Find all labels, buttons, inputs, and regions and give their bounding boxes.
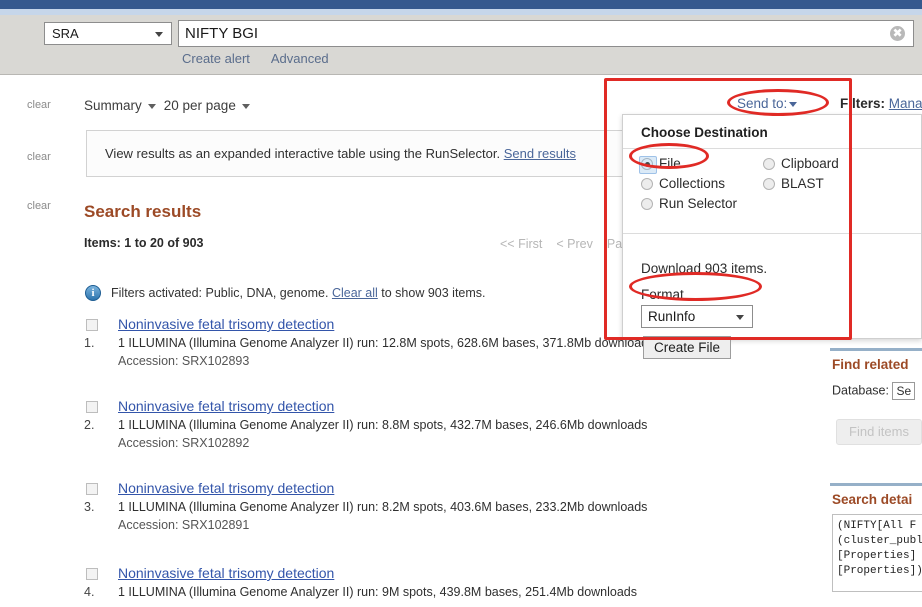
- find-related-title: Find related: [832, 357, 909, 372]
- destination-radio-blast[interactable]: BLAST: [763, 176, 824, 191]
- radio-icon: [641, 178, 653, 190]
- result-checkbox[interactable]: [86, 319, 98, 331]
- result-title-link[interactable]: Noninvasive fetal trisomy detection: [118, 398, 334, 414]
- pager-first[interactable]: << First: [500, 237, 542, 251]
- destination-radio-run-selector[interactable]: Run Selector: [641, 196, 737, 211]
- result-meta: 1 ILLUMINA (Illumina Genome Analyzer II)…: [118, 500, 648, 514]
- summary-dropdown[interactable]: Summary: [84, 98, 142, 113]
- send-results-link[interactable]: Send results: [504, 146, 576, 161]
- filters-label: Filters: Manag: [840, 96, 922, 111]
- panel-divider: [623, 148, 921, 149]
- filters-activated-text: Filters activated: Public, DNA, genome. …: [111, 286, 486, 300]
- sidebar-database-row: Database: Se: [832, 382, 916, 400]
- info-icon: i: [85, 285, 101, 301]
- clear-search-icon[interactable]: ✖: [890, 26, 905, 41]
- radio-icon: [763, 158, 775, 170]
- per-page-dropdown[interactable]: 20 per page: [164, 98, 236, 113]
- format-select-value: RunInfo: [648, 309, 696, 324]
- result-index: 1.: [84, 336, 95, 350]
- filters-text: Filters:: [840, 96, 886, 111]
- sidebar-database-label: Database:: [832, 383, 889, 398]
- chevron-down-icon: [736, 315, 744, 320]
- radio-icon: [763, 178, 775, 190]
- result-checkbox[interactable]: [86, 401, 98, 413]
- download-count-text: Download 903 items.: [641, 261, 768, 276]
- header-links: Create alert Advanced: [182, 51, 347, 66]
- clear-link-results[interactable]: clear: [27, 200, 51, 212]
- clear-all-link[interactable]: Clear all: [332, 286, 378, 300]
- send-to-panel: Choose Destination File Clipboard Collec…: [622, 114, 922, 359]
- page-title: Search results: [84, 202, 202, 221]
- filters-suffix: to show 903 items.: [381, 286, 486, 300]
- clear-link-notice[interactable]: clear: [27, 151, 51, 163]
- search-input[interactable]: [179, 21, 869, 46]
- radio-icon: [641, 198, 653, 210]
- destination-label: Clipboard: [781, 156, 839, 171]
- result-checkbox[interactable]: [86, 483, 98, 495]
- result-title-link[interactable]: Noninvasive fetal trisomy detection: [118, 480, 334, 496]
- result-checkbox[interactable]: [86, 568, 98, 580]
- display-settings-bar: Summary 20 per page: [84, 98, 258, 113]
- choose-destination-title: Choose Destination: [641, 125, 768, 140]
- runselector-notice-text: View results as an expanded interactive …: [105, 146, 576, 161]
- result-accession: Accession: SRX102891: [118, 518, 250, 532]
- pager-prev[interactable]: < Prev: [556, 237, 592, 251]
- result-meta: 1 ILLUMINA (Illumina Genome Analyzer II)…: [118, 336, 655, 350]
- destination-radio-clipboard[interactable]: Clipboard: [763, 156, 839, 171]
- search-details-textarea[interactable]: (NIFTY[All F (cluster_publ [Properties] …: [832, 514, 922, 592]
- destination-radio-file[interactable]: File: [639, 156, 681, 174]
- advanced-link[interactable]: Advanced: [271, 51, 329, 66]
- clear-link-display[interactable]: clear: [27, 99, 51, 111]
- database-select-value: SRA: [52, 26, 79, 41]
- result-meta: 1 ILLUMINA (Illumina Genome Analyzer II)…: [118, 418, 648, 432]
- filters-prefix: Filters activated: Public, DNA, genome.: [111, 286, 329, 300]
- search-input-wrapper[interactable]: ✖: [178, 20, 914, 47]
- result-title-link[interactable]: Noninvasive fetal trisomy detection: [118, 316, 334, 332]
- format-label: Format: [641, 287, 684, 302]
- result-accession: Accession: SRX102893: [118, 354, 250, 368]
- result-title-link[interactable]: Noninvasive fetal trisomy detection: [118, 565, 334, 581]
- create-file-button[interactable]: Create File: [643, 336, 732, 359]
- top-blue-bar: [0, 0, 922, 9]
- chevron-down-icon: [155, 32, 163, 37]
- sidebar-divider: [830, 348, 922, 351]
- destination-label: Run Selector: [659, 196, 738, 211]
- format-select[interactable]: RunInfo: [641, 305, 753, 328]
- result-index: 2.: [84, 418, 95, 432]
- panel-divider: [623, 233, 921, 234]
- destination-label: File: [659, 156, 681, 171]
- send-to-label: Send to:: [737, 96, 788, 111]
- radio-icon: [639, 156, 657, 174]
- sidebar-database-select[interactable]: Se: [892, 382, 916, 400]
- result-meta: 1 ILLUMINA (Illumina Genome Analyzer II)…: [118, 585, 638, 599]
- items-count: Items: 1 to 20 of 903: [84, 236, 204, 250]
- chevron-down-icon: [789, 101, 798, 107]
- find-items-button[interactable]: Find items: [836, 419, 922, 445]
- result-accession: Accession: SRX102892: [118, 436, 250, 450]
- destination-label: Collections: [659, 176, 726, 191]
- pager-page-label: Pa: [606, 237, 623, 251]
- manage-filters-link[interactable]: Manag: [889, 96, 922, 111]
- chevron-down-icon: [241, 103, 250, 109]
- sidebar-divider: [830, 483, 922, 486]
- notice-body: View results as an expanded interactive …: [105, 146, 501, 161]
- pagination: << First < Prev Pa: [500, 237, 636, 251]
- result-index: 4.: [84, 585, 95, 599]
- destination-radio-collections[interactable]: Collections: [641, 176, 725, 191]
- create-alert-link[interactable]: Create alert: [182, 51, 250, 66]
- database-select[interactable]: SRA: [44, 22, 172, 45]
- result-index: 3.: [84, 500, 95, 514]
- focus-ring: [639, 156, 657, 174]
- destination-label: BLAST: [781, 176, 824, 191]
- send-to-button[interactable]: Send to:: [737, 96, 798, 111]
- chevron-down-icon: [147, 103, 156, 109]
- search-details-title: Search detai: [832, 492, 913, 507]
